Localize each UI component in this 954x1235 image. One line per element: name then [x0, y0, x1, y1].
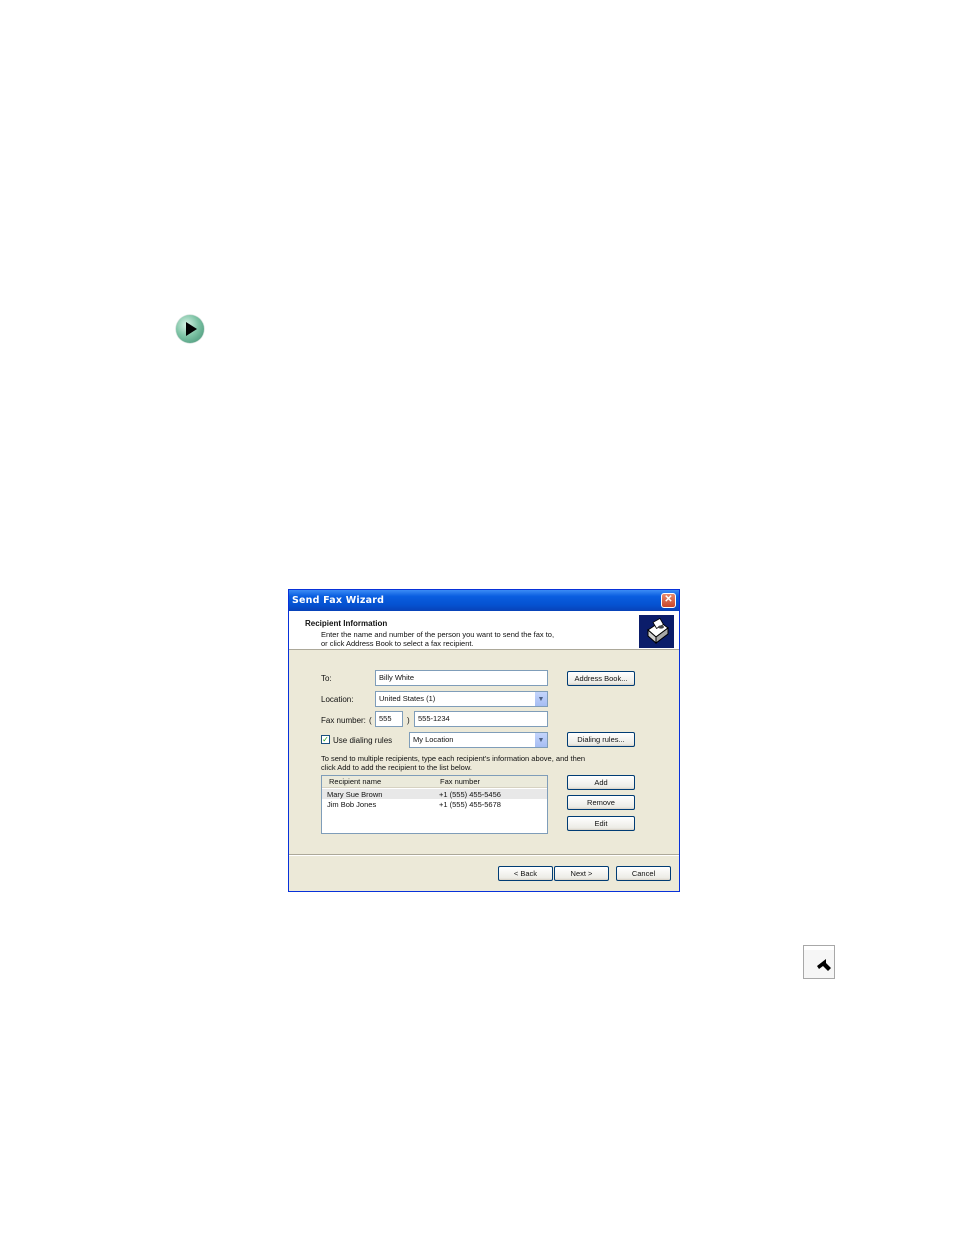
recipient-fax: +1 (555) 455-5456: [439, 790, 501, 799]
title-bar[interactable]: Send Fax Wizard ✕: [289, 590, 679, 611]
button-divider: [289, 854, 679, 856]
paren-close: ): [407, 716, 410, 725]
location-label: Location:: [321, 695, 354, 704]
fax-number-input[interactable]: 555-1234: [414, 711, 548, 727]
location-select[interactable]: United States (1) ▼: [375, 691, 548, 707]
send-fax-wizard-dialog: Send Fax Wizard ✕ Recipient Information …: [288, 589, 680, 892]
wizard-header: Recipient Information Enter the name and…: [289, 611, 679, 650]
to-label: To:: [321, 674, 332, 683]
fax-machine-icon: [639, 615, 674, 648]
recipient-name: Mary Sue Brown: [327, 790, 383, 799]
chevron-down-icon[interactable]: ▼: [534, 733, 547, 747]
list-header: Recipient name Fax number: [322, 776, 547, 788]
area-code-input[interactable]: 555: [375, 711, 403, 727]
dialing-rules-button[interactable]: Dialing rules...: [567, 732, 635, 747]
paren-open: (: [369, 716, 372, 725]
cancel-button[interactable]: Cancel: [616, 866, 671, 881]
use-dialing-rules-label: Use dialing rules: [333, 736, 393, 745]
page-title: Recipient Information: [305, 619, 388, 628]
next-button[interactable]: Next >: [554, 866, 609, 881]
info-line2: click Add to add the recipient to the li…: [321, 763, 472, 772]
multiple-recipients-info: To send to multiple recipients, type eac…: [321, 754, 585, 772]
close-button[interactable]: ✕: [661, 593, 676, 608]
page-description-line2: or click Address Book to select a fax re…: [321, 639, 474, 648]
remove-button[interactable]: Remove: [567, 795, 635, 810]
table-row[interactable]: Mary Sue Brown +1 (555) 455-5456: [322, 789, 547, 799]
to-input[interactable]: Billy White: [375, 670, 548, 686]
add-button[interactable]: Add: [567, 775, 635, 790]
recipient-name: Jim Bob Jones: [327, 800, 377, 809]
arrow-bullet-icon: [176, 315, 204, 343]
close-icon: ✕: [664, 594, 673, 605]
page-description-line1: Enter the name and number of the person …: [321, 630, 555, 639]
use-dialing-rules-checkbox[interactable]: ✓: [321, 735, 330, 744]
recipient-list[interactable]: Recipient name Fax number Mary Sue Brown…: [321, 775, 548, 834]
recipient-fax: +1 (555) 455-5678: [439, 800, 501, 809]
table-row[interactable]: Jim Bob Jones +1 (555) 455-5678: [322, 799, 547, 809]
address-book-button[interactable]: Address Book...: [567, 671, 635, 686]
column-recipient-name[interactable]: Recipient name: [329, 777, 381, 786]
dialing-location-select[interactable]: My Location ▼: [409, 732, 548, 748]
page-corner-arrow-icon: [803, 945, 835, 979]
info-line1: To send to multiple recipients, type eac…: [321, 754, 586, 763]
column-fax-number[interactable]: Fax number: [440, 777, 480, 786]
chevron-down-icon[interactable]: ▼: [534, 692, 547, 706]
back-button[interactable]: < Back: [498, 866, 553, 881]
fax-number-label: Fax number:: [321, 716, 366, 725]
edit-button[interactable]: Edit: [567, 816, 635, 831]
dialing-location-value: My Location: [413, 735, 454, 744]
location-value: United States (1): [379, 694, 436, 703]
window-title: Send Fax Wizard: [292, 595, 385, 606]
